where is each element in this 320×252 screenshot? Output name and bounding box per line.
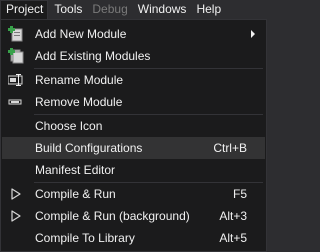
menu-item-label: Manifest Editor <box>35 163 116 177</box>
menu-item-manifest-editor[interactable]: Manifest Editor <box>2 159 265 181</box>
add-new-module-icon <box>8 26 23 42</box>
menu-tools[interactable]: Tools <box>48 0 86 19</box>
menu-windows[interactable]: Windows <box>132 0 191 19</box>
menu-item-label: Remove Module <box>35 95 123 109</box>
menu-item-label: Compile To Library <box>35 231 135 245</box>
menu-item-rename-module[interactable]: Rename Module <box>2 69 265 91</box>
menu-item-shortcut: Alt+5 <box>219 231 247 245</box>
menu-item-remove-module[interactable]: Remove Module <box>2 91 265 113</box>
menu-bar: Project Tools Debug Windows Help <box>0 0 267 19</box>
add-existing-modules-icon <box>8 48 24 64</box>
menu-help[interactable]: Help <box>190 0 225 19</box>
menu-item-shortcut: Alt+3 <box>219 209 247 223</box>
project-dropdown-menu: Add New Module Add Existing Modules Rena <box>0 19 267 252</box>
menu-item-add-new-module[interactable]: Add New Module <box>2 23 265 45</box>
menu-item-compile-to-library[interactable]: Compile To Library Alt+5 <box>2 227 265 249</box>
rename-module-icon <box>8 74 23 86</box>
chevron-right-icon <box>251 30 255 38</box>
menu-item-compile-run-background[interactable]: Compile & Run (background) Alt+3 <box>2 205 265 227</box>
menu-item-label: Add Existing Modules <box>35 49 151 63</box>
menu-item-build-configurations[interactable]: Build Configurations Ctrl+B <box>2 137 265 159</box>
remove-module-icon <box>8 99 22 105</box>
menu-item-label: Add New Module <box>35 27 127 41</box>
menu-item-label: Compile & Run <box>35 187 116 201</box>
menu-item-add-existing-modules[interactable]: Add Existing Modules <box>2 45 265 67</box>
menu-item-label: Compile & Run (background) <box>35 209 190 223</box>
menu-item-choose-icon[interactable]: Choose Icon <box>2 115 265 137</box>
menu-debug[interactable]: Debug <box>86 0 131 19</box>
menu-item-label: Rename Module <box>35 73 124 87</box>
menu-item-shortcut: Ctrl+B <box>213 141 247 155</box>
play-icon <box>11 188 21 200</box>
play-icon <box>11 210 21 222</box>
menu-item-label: Choose Icon <box>35 119 103 133</box>
menu-item-compile-run[interactable]: Compile & Run F5 <box>2 183 265 205</box>
menu-item-label: Build Configurations <box>35 141 143 155</box>
menu-item-shortcut: F5 <box>232 187 247 201</box>
menu-project[interactable]: Project <box>0 0 49 19</box>
